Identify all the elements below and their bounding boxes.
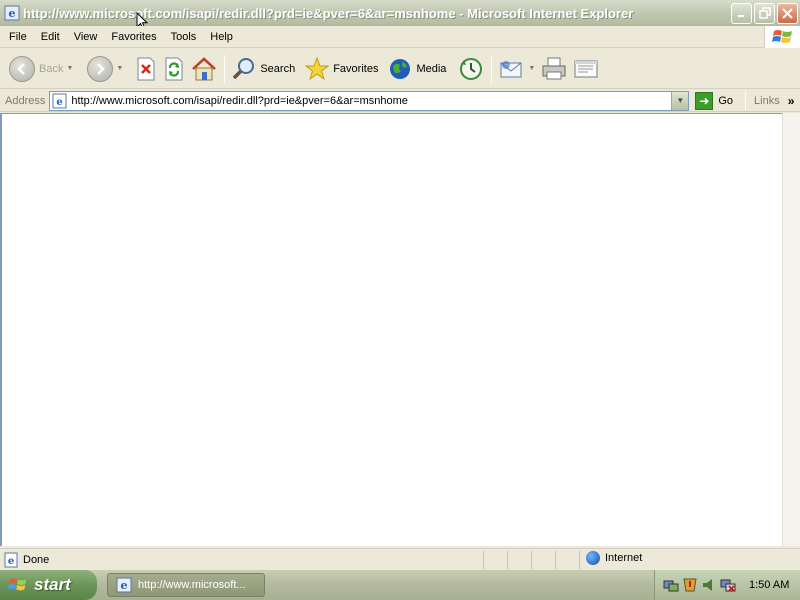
page-status-icon: e	[3, 552, 19, 568]
taskbar: start e http://www.microsoft... 1:50 AM	[0, 570, 800, 600]
windows-flag-icon	[8, 576, 28, 594]
window-title: http://www.microsoft.com/isapi/redir.dll…	[23, 5, 634, 21]
go-button[interactable]: ➜ Go	[695, 91, 734, 110]
clock[interactable]: 1:50 AM	[749, 579, 789, 591]
address-input[interactable]: e http://www.microsoft.com/isapi/redir.d…	[49, 90, 690, 111]
task-ie-icon: e	[116, 577, 132, 593]
media-button[interactable]: Media	[385, 52, 449, 86]
media-label: Media	[416, 62, 447, 75]
address-label: Address	[5, 94, 46, 107]
refresh-button[interactable]	[160, 52, 188, 86]
status-pane	[483, 550, 507, 569]
links-button[interactable]: Links	[754, 95, 780, 107]
media-icon	[390, 58, 411, 79]
menu-help[interactable]: Help	[203, 31, 240, 43]
maximize-button[interactable]	[754, 2, 775, 24]
mail-icon	[500, 60, 522, 77]
status-pane	[507, 550, 531, 569]
forward-icon	[87, 55, 114, 82]
menu-edit[interactable]: Edit	[34, 31, 67, 43]
search-button[interactable]: Search	[229, 52, 298, 86]
stop-button[interactable]	[132, 52, 160, 86]
back-icon	[9, 55, 35, 82]
svg-text:e: e	[121, 579, 128, 592]
menu-tools[interactable]: Tools	[164, 31, 204, 43]
print-button[interactable]	[538, 52, 570, 86]
security-alert-icon[interactable]	[682, 577, 698, 593]
mail-dropdown-icon[interactable]: ▼	[528, 65, 535, 72]
volume-icon[interactable]	[701, 577, 717, 593]
menu-favorites[interactable]: Favorites	[104, 31, 163, 43]
standard-toolbar: Back ▼ ▼ Search Favorites Media ▼	[0, 49, 800, 89]
toolbar-separator	[224, 54, 226, 83]
internet-zone-icon	[586, 550, 600, 565]
status-pane	[555, 550, 579, 569]
network-status-icon[interactable]	[720, 577, 736, 593]
toolbar-separator	[491, 54, 493, 83]
home-icon	[192, 56, 217, 80]
start-label: start	[34, 575, 71, 594]
menu-file[interactable]: File	[0, 31, 34, 43]
status-text: Done	[23, 553, 50, 566]
svg-text:e: e	[8, 556, 14, 567]
print-icon	[542, 57, 566, 79]
history-icon	[460, 57, 483, 80]
title-bar[interactable]: e http://www.microsoft.com/isapi/redir.d…	[0, 0, 800, 26]
back-dropdown-icon[interactable]: ▼	[66, 65, 73, 72]
vertical-scrollbar[interactable]	[782, 113, 800, 546]
zone-label: Internet	[605, 551, 643, 564]
close-button[interactable]	[777, 2, 798, 24]
go-label: Go	[718, 94, 734, 107]
stop-icon	[137, 57, 155, 80]
page-content[interactable]	[0, 113, 782, 546]
status-pane	[531, 550, 555, 569]
start-button[interactable]: start	[0, 570, 97, 600]
home-button[interactable]	[188, 52, 220, 86]
network-icon[interactable]	[663, 577, 679, 593]
minimize-button[interactable]	[731, 2, 752, 24]
favorites-button[interactable]: Favorites	[302, 52, 381, 86]
back-button[interactable]: Back ▼	[6, 52, 76, 86]
search-icon	[233, 57, 255, 79]
taskbar-ie-window[interactable]: e http://www.microsoft...	[107, 573, 265, 597]
history-button[interactable]	[455, 52, 487, 86]
go-arrow-icon: ➜	[695, 91, 714, 110]
links-separator	[745, 91, 747, 110]
status-bar: e Done Internet	[0, 548, 800, 570]
forward-dropdown-icon[interactable]: ▼	[116, 65, 123, 72]
address-bar: Address e http://www.microsoft.com/isapi…	[0, 90, 800, 112]
address-url[interactable]: http://www.microsoft.com/isapi/redir.dll…	[71, 95, 671, 107]
refresh-icon	[165, 57, 183, 80]
back-label: Back	[39, 62, 64, 75]
security-zone: Internet	[579, 550, 759, 569]
menu-bar: File Edit View Favorites Tools Help	[0, 26, 800, 48]
svg-text:e: e	[57, 97, 63, 108]
svg-text:e: e	[9, 7, 16, 20]
mail-button[interactable]: ▼	[496, 52, 538, 86]
task-label: http://www.microsoft...	[138, 579, 246, 591]
links-chevron-icon[interactable]: »	[788, 94, 795, 108]
edit-icon	[574, 60, 598, 77]
edit-button[interactable]	[570, 52, 602, 86]
forward-button[interactable]: ▼	[84, 52, 126, 86]
address-dropdown-icon[interactable]: ▼	[671, 91, 689, 110]
favorites-star-icon	[305, 56, 330, 80]
search-label: Search	[260, 62, 296, 75]
ie-icon: e	[4, 5, 20, 21]
windows-logo-icon	[764, 26, 800, 48]
system-tray: 1:50 AM	[654, 570, 800, 600]
page-ie-icon: e	[52, 93, 68, 109]
favorites-label: Favorites	[333, 62, 379, 75]
menu-view[interactable]: View	[67, 31, 105, 43]
